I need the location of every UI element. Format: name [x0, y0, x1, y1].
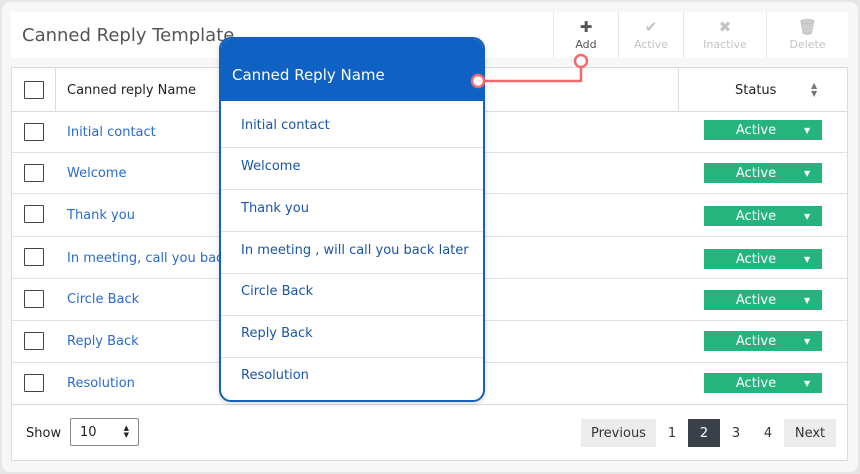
callout-item-label: Welcome [241, 159, 301, 174]
callout-item: In meeting , will call you back later [221, 232, 483, 274]
callout-item: Welcome [221, 148, 483, 190]
callout-item: Initial contact [221, 101, 483, 148]
callout-item-label: Reply Back [241, 326, 313, 341]
callout-item-label: In meeting , will call you back later [241, 243, 469, 258]
callout-item-label: Circle Back [241, 284, 314, 299]
connector-line [478, 62, 583, 83]
callout-title: Canned Reply Name [232, 66, 385, 84]
connector-dot-top [573, 53, 589, 69]
callout-item-label: Thank you [241, 201, 309, 216]
callout-item-label: Initial contact [241, 118, 330, 133]
callout-item-label: Resolution [241, 368, 309, 383]
callout-header: Canned Reply Name [221, 39, 483, 101]
callout-card: Canned Reply Name Initial contact Welcom… [219, 37, 485, 402]
callout-item: Reply Back [221, 316, 483, 358]
callout-item: Thank you [221, 190, 483, 232]
callout-item: Resolution [221, 358, 483, 400]
callout-item: Circle Back [221, 274, 483, 316]
